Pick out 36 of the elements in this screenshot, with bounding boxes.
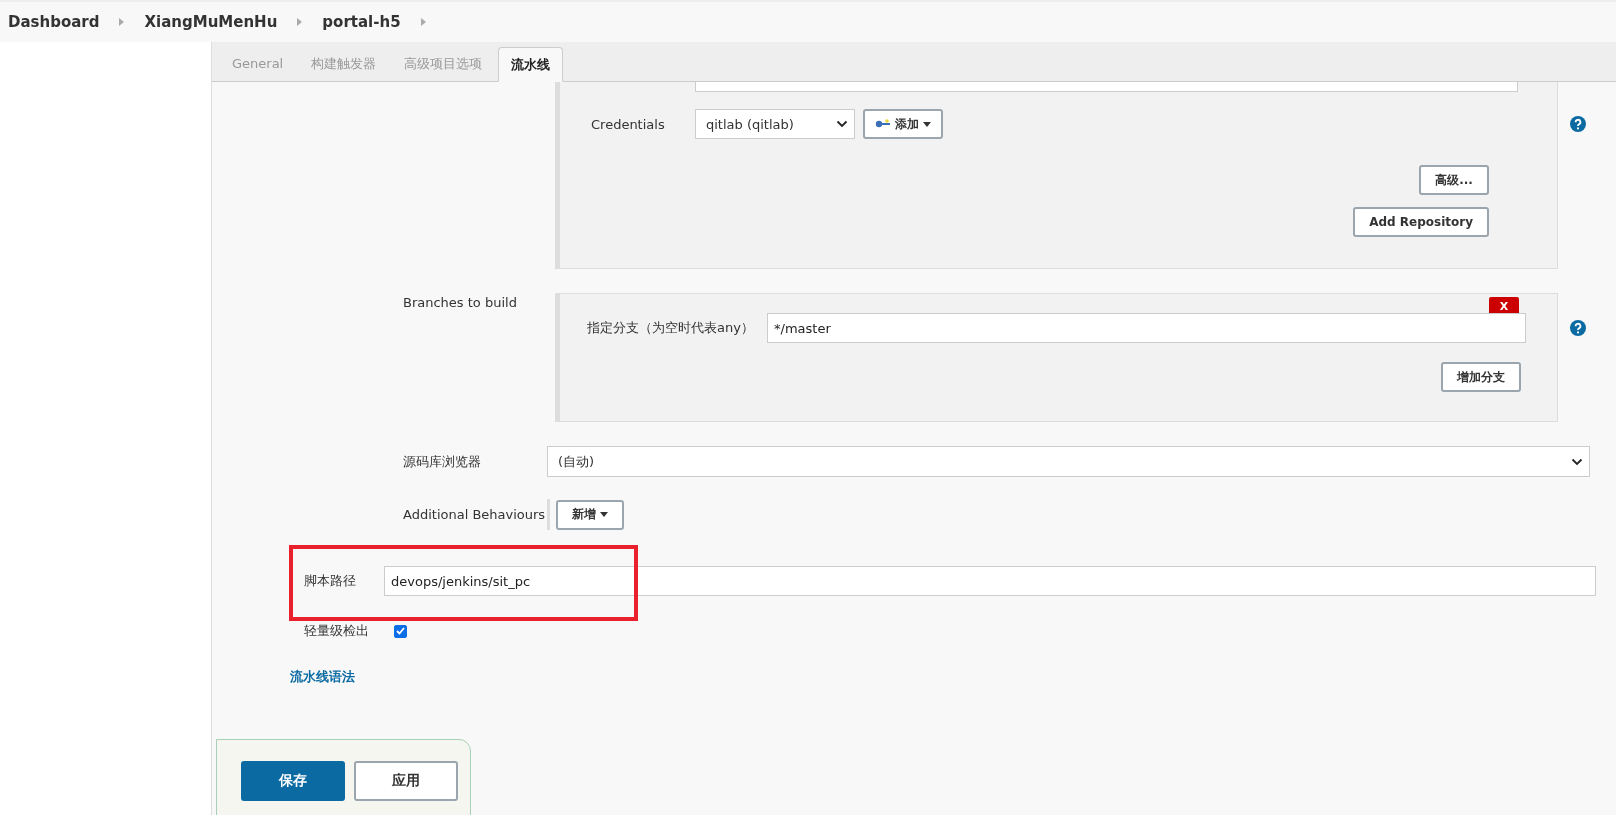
field-label: Branches to build (403, 294, 518, 312)
key-icon (875, 119, 891, 129)
breadcrumb-link[interactable]: XiangMuMenHu (144, 13, 278, 31)
branch-field[interactable]: */master (767, 313, 1526, 343)
browser-select[interactable]: (自动) (547, 446, 1590, 477)
chevron-icon (836, 120, 848, 128)
caret-icon (923, 121, 931, 127)
add-branch-button[interactable]: 增加分支 (1441, 362, 1521, 392)
add-button[interactable]: 添加 (863, 109, 943, 139)
help-icon (1570, 116, 1586, 132)
field-label: 指定分支（为空时代表any） (587, 319, 755, 337)
tab[interactable]: 流水线 (498, 47, 564, 82)
credentials-select[interactable]: qitlab (qitlab) (695, 109, 855, 139)
field-label: 脚本路径 (304, 572, 357, 590)
syntax-link[interactable]: 流水线语法 (290, 668, 355, 686)
url-field[interactable] (695, 82, 1518, 92)
breadcrumb-link[interactable]: portal-h5 (322, 13, 401, 31)
field-label: Additional Behaviours (403, 507, 547, 522)
separator-icon (297, 18, 303, 26)
field-label: 源码库浏览器 (403, 452, 482, 471)
field-label: Credentials (591, 116, 666, 132)
checkbox[interactable] (394, 624, 407, 638)
separator-icon (119, 18, 125, 26)
advanced-button[interactable]: 高级... (1419, 165, 1489, 195)
help-icon (1570, 320, 1586, 336)
apply-button[interactable]: 应用 (354, 761, 458, 801)
add-button[interactable]: 新增 (556, 499, 624, 530)
chevron-icon (1571, 457, 1583, 466)
checkbox-label: 轻量级检出 (304, 622, 370, 640)
breadcrumb-link[interactable]: Dashboard (8, 13, 100, 31)
add-repository-button[interactable]: Add Repository (1353, 207, 1489, 237)
checkmark-icon (396, 627, 405, 635)
save-button[interactable]: 保存 (241, 761, 345, 801)
script-path-field[interactable]: devops/jenkins/sit_pc (384, 566, 1596, 596)
separator-icon (420, 18, 426, 26)
caret-icon (600, 512, 608, 517)
